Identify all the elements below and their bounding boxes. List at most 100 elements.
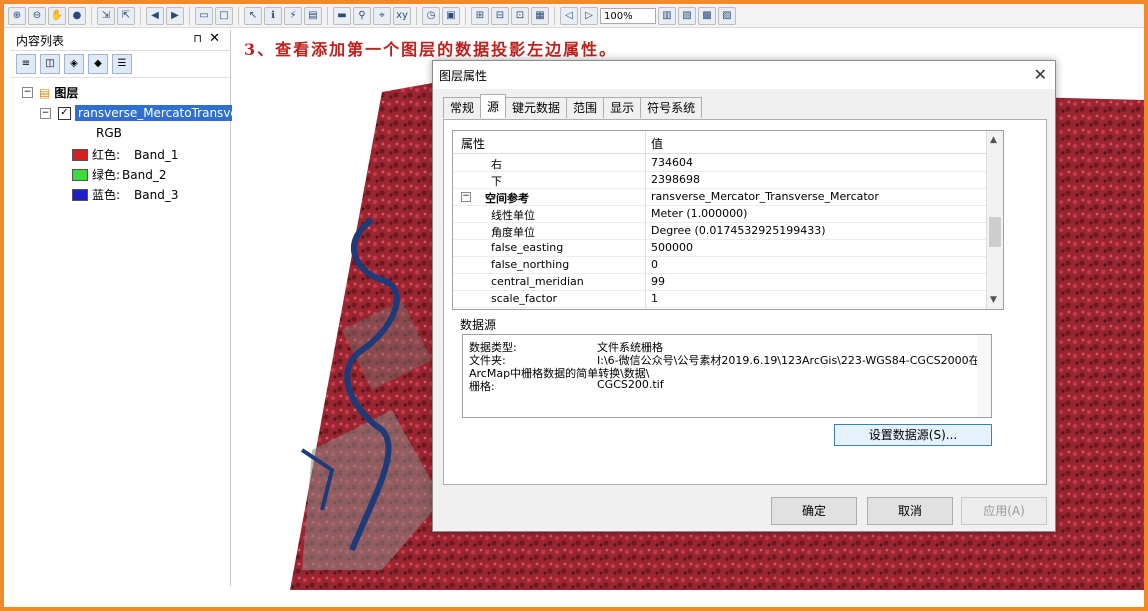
clear-selection-icon[interactable]: □ xyxy=(215,6,233,25)
pan-icon[interactable]: ✋ xyxy=(48,6,66,25)
collapse-icon[interactable]: − xyxy=(22,87,33,98)
tab-general[interactable]: 常规 xyxy=(443,97,482,118)
select-elements-icon[interactable]: ↖ xyxy=(244,6,262,25)
layout-pan-icon[interactable]: ⊟ xyxy=(491,6,509,25)
band-row-red[interactable]: 红色: Band_1 xyxy=(72,146,179,163)
zoom-in-icon[interactable]: ⊕ xyxy=(8,6,26,25)
property-grid[interactable]: 属性 值 右 734604 下 2398698 − 空间参考 ransverse… xyxy=(452,130,1004,310)
property-group-key: 空间参考 xyxy=(485,192,529,205)
scroll-down-icon[interactable]: ▼ xyxy=(990,295,997,305)
property-group-row[interactable]: − 空间参考 ransverse_Mercator_Transverse_Mer… xyxy=(453,188,987,206)
toc-titlebar: 内容列表 ⊓ ✕ xyxy=(10,30,230,51)
html-popup-icon[interactable]: ▤ xyxy=(304,6,322,25)
layers-root-row[interactable]: − ▤ 图层 xyxy=(22,84,78,101)
property-row[interactable]: 角度单位 Degree (0.0174532925199433) xyxy=(453,222,987,240)
time-slider-icon[interactable]: ◷ xyxy=(422,6,440,25)
toolbar-separator xyxy=(189,6,190,25)
property-grid-header: 属性 值 xyxy=(453,131,987,154)
tab-symbology[interactable]: 符号系统 xyxy=(640,97,703,118)
measure-icon[interactable]: ▬ xyxy=(333,6,351,25)
property-value: 2398698 xyxy=(651,173,700,186)
property-row[interactable]: 下 2398698 xyxy=(453,171,987,189)
band-row-blue[interactable]: 蓝色: Band_3 xyxy=(72,186,179,203)
datasource-raster-value: CGCS200.tif xyxy=(597,378,664,391)
band-row-green[interactable]: 绿色: Band_2 xyxy=(72,166,167,183)
hyperlink-icon[interactable]: ⚡ xyxy=(284,6,302,25)
data-driven-pages-icon[interactable]: ▨ xyxy=(718,6,736,25)
property-key: scale_factor xyxy=(491,292,558,305)
toc-title: 内容列表 xyxy=(16,33,65,48)
select-features-icon[interactable]: ▭ xyxy=(195,6,213,25)
property-row[interactable]: scale_factor 1 xyxy=(453,290,987,308)
property-key: 角度单位 xyxy=(491,226,535,239)
find-icon[interactable]: ⚲ xyxy=(353,6,371,25)
fixed-zoom-in-icon[interactable]: ⇲ xyxy=(97,6,115,25)
layer-properties-dialog: 图层属性 ✕ 常规 源 键元数据 范围 显示 符号系统 属性 值 右 73460… xyxy=(432,60,1056,532)
datasource-raster-label: 栅格: xyxy=(469,380,495,393)
property-row[interactable]: 线性单位 Meter (1.000000) xyxy=(453,205,987,223)
band-channel-label: 绿色: xyxy=(92,168,121,182)
list-by-drawing-order-icon[interactable]: ≡ xyxy=(16,54,36,74)
property-row[interactable]: false_northing 0 xyxy=(453,256,987,274)
find-route-icon[interactable]: ⌖ xyxy=(373,6,391,25)
scroll-thumb[interactable] xyxy=(989,217,1001,247)
list-by-selection-icon[interactable]: ◆ xyxy=(88,54,108,74)
scroll-up-icon[interactable]: ▲ xyxy=(990,135,997,145)
raster-layer-row[interactable]: − ✓ ransverse_MercatoTransverse xyxy=(40,105,260,121)
toolbar-separator xyxy=(465,6,466,25)
change-layout-icon[interactable]: ▩ xyxy=(698,6,716,25)
toolbar-separator xyxy=(238,6,239,25)
collapse-icon[interactable]: − xyxy=(461,192,471,202)
property-row[interactable]: 右 734604 xyxy=(453,154,987,172)
source-tab-panel: 属性 值 右 734604 下 2398698 − 空间参考 ransverse… xyxy=(443,119,1047,485)
focus-frame-icon[interactable]: ▧ xyxy=(678,6,696,25)
forward-extent-icon[interactable]: ▶ xyxy=(166,6,184,25)
full-extent-icon[interactable]: ● xyxy=(68,6,86,25)
toggle-draft-icon[interactable]: ▥ xyxy=(658,6,676,25)
fixed-zoom-out-icon[interactable]: ⇱ xyxy=(117,6,135,25)
green-swatch xyxy=(72,168,88,181)
zoom-out-icon[interactable]: ⊖ xyxy=(28,6,46,25)
toolbar-separator xyxy=(554,6,555,25)
blue-swatch xyxy=(72,188,88,201)
tab-key-metadata[interactable]: 键元数据 xyxy=(505,97,568,118)
layout-forward-icon[interactable]: ▷ xyxy=(580,6,598,25)
datasource-textbox[interactable]: 数据类型: 文件系统栅格 文件夹: I:\6-微信公众号\公号素材2019.6.… xyxy=(462,334,992,418)
list-by-source-icon[interactable]: ◫ xyxy=(40,54,60,74)
tab-source[interactable]: 源 xyxy=(480,94,507,118)
property-row[interactable]: central_meridian 99 xyxy=(453,273,987,291)
zoom-percent-select[interactable]: 100% xyxy=(600,7,656,24)
property-key: 右 xyxy=(491,158,502,171)
close-icon[interactable]: ✕ xyxy=(1034,65,1047,84)
render-mode-label: RGB xyxy=(96,126,122,140)
layer-visibility-checkbox[interactable]: ✓ xyxy=(58,106,71,120)
close-icon[interactable]: ✕ xyxy=(209,31,220,46)
go-to-xy-icon[interactable]: xy xyxy=(393,6,411,25)
pin-icon[interactable]: ⊓ xyxy=(193,32,202,45)
main-toolbar: ⊕ ⊖ ✋ ● ⇲ ⇱ ◀ ▶ ▭ □ ↖ ℹ ⚡ ▤ ▬ ⚲ ⌖ xy ◷ ▣… xyxy=(4,4,1144,28)
property-value: 500000 xyxy=(651,241,693,254)
collapse-icon[interactable]: − xyxy=(40,107,51,119)
apply-button[interactable]: 应用(A) xyxy=(961,497,1047,525)
tab-display[interactable]: 显示 xyxy=(603,97,642,118)
back-extent-icon[interactable]: ◀ xyxy=(146,6,164,25)
identify-icon[interactable]: ℹ xyxy=(264,6,282,25)
layout-zoom-icon[interactable]: ⊞ xyxy=(471,6,489,25)
property-row[interactable]: false_easting 500000 xyxy=(453,239,987,257)
property-key: false_northing xyxy=(491,258,570,271)
property-column-header: 属性 xyxy=(461,137,486,151)
cancel-button[interactable]: 取消 xyxy=(867,497,953,525)
tab-extent[interactable]: 范围 xyxy=(566,97,605,118)
viewer-window-icon[interactable]: ▣ xyxy=(442,6,460,25)
ok-button[interactable]: 确定 xyxy=(771,497,857,525)
instruction-caption: 3、查看添加第一个图层的数据投影左边属性。 xyxy=(244,40,618,59)
layout-full-icon[interactable]: ⊡ xyxy=(511,6,529,25)
datasource-scrollbar[interactable] xyxy=(977,335,991,417)
property-grid-scrollbar[interactable]: ▲ ▼ xyxy=(986,131,1003,309)
options-icon[interactable]: ☰ xyxy=(112,54,132,74)
list-by-visibility-icon[interactable]: ◈ xyxy=(64,54,84,74)
layout-page-icon[interactable]: ▦ xyxy=(531,6,549,25)
band-name: Band_2 xyxy=(122,167,167,182)
layout-back-icon[interactable]: ◁ xyxy=(560,6,578,25)
set-data-source-button[interactable]: 设置数据源(S)... xyxy=(834,424,992,446)
